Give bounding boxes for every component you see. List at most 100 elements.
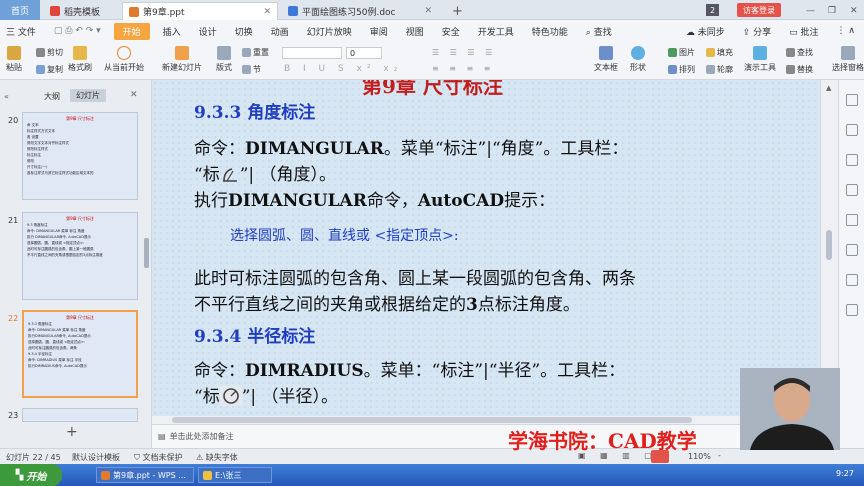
side-tool-icon[interactable] (846, 214, 858, 226)
new-tab-button[interactable]: + (446, 2, 469, 20)
horizontal-scrollbar[interactable] (152, 416, 820, 424)
menu-design[interactable]: 设计 (190, 25, 226, 38)
tab-outline[interactable]: 大纲 (44, 91, 60, 102)
tab-slides[interactable]: 幻灯片 (70, 89, 106, 102)
minimize-icon[interactable]: — (800, 2, 821, 20)
tab-home[interactable]: 首页 (0, 0, 40, 20)
side-tool-icon[interactable] (846, 244, 858, 256)
right-side-toolbar (838, 80, 864, 448)
menu-features[interactable]: 特色功能 (523, 25, 577, 38)
scroll-up-icon[interactable]: ▲ (826, 84, 831, 92)
menu-review[interactable]: 审阅 (361, 25, 397, 38)
tab-template[interactable]: 稻壳模板 (44, 2, 116, 20)
folder-icon (203, 470, 212, 480)
side-tool-icon[interactable] (846, 154, 858, 166)
side-tool-icon[interactable] (846, 124, 858, 136)
slide-thumbnail-23[interactable] (22, 408, 138, 422)
new-slide-button[interactable]: 新建幻灯片 (162, 46, 202, 73)
presenter-icon (753, 46, 767, 60)
format-painter-button[interactable]: 格式刷 (68, 46, 92, 73)
presenter-tools-button[interactable]: 演示工具 (744, 46, 776, 73)
scrollbar-thumb[interactable] (172, 417, 692, 423)
visitor-login-button[interactable]: 访客登录 (737, 3, 781, 17)
start-button[interactable]: ▚ 开始 (0, 464, 62, 486)
menu-developer[interactable]: 开发工具 (469, 25, 523, 38)
template-name[interactable]: 默认设计模板 (72, 452, 120, 463)
warning-icon: ⚠ (196, 453, 204, 462)
replace-button[interactable]: 替换 (786, 64, 813, 75)
doc-icon (288, 6, 298, 16)
maximize-icon[interactable]: ❐ (822, 2, 842, 20)
quick-access-icons[interactable]: ▢ ⎙ ↶ ↷ ▾ (45, 26, 110, 36)
close-icon[interactable]: ✕ (424, 6, 432, 16)
notes-pane[interactable]: ▤ 单击此处添加备注 (152, 424, 820, 448)
close-window-icon[interactable]: ✕ (844, 2, 864, 20)
tab-label: 平面绘图练习50例.doc (302, 7, 396, 18)
share-button[interactable]: ⇪ 分享 (734, 25, 780, 38)
search-icon: ⌕ (585, 27, 591, 38)
outline-icon (706, 65, 715, 74)
zoom-out-button[interactable]: - (718, 451, 721, 460)
taskbar-item-wps[interactable]: 第9章.ppt - WPS ... (96, 467, 194, 483)
reset-button[interactable]: 重置 (242, 47, 269, 58)
select-pane-button[interactable]: 选择窗格 (832, 46, 864, 73)
body-line: 执行DIMANGULAR命令，AutoCAD提示： (194, 191, 556, 211)
font-name-select[interactable] (282, 47, 342, 59)
play-from-current-button[interactable]: 从当前开始 (104, 46, 144, 73)
sync-button[interactable]: ☁ 未同步 (677, 25, 734, 38)
align-buttons[interactable]: ≡ ≡ ≡ ≡ (432, 64, 494, 73)
picture-button[interactable]: 图片 (668, 47, 695, 58)
side-tool-icon[interactable] (846, 184, 858, 196)
menu-slideshow[interactable]: 幻灯片放映 (298, 25, 361, 38)
font-size-select[interactable]: 0 (346, 47, 382, 59)
collapse-pane-icon[interactable]: « (4, 92, 9, 101)
menu-transition[interactable]: 切换 (226, 25, 262, 38)
slide-thumbnail-21[interactable]: 第9章 尺寸标注 9.3 角度标注 命令: DIMANGULAR 菜单 标注 角… (22, 212, 138, 300)
reset-icon (242, 48, 251, 57)
slide-counter: 幻灯片 22 / 45 (6, 453, 61, 462)
body-line: 命令：DIMRADIUS。菜单：“标注”|“半径”。工具栏： (194, 361, 626, 381)
outline-button[interactable]: 轮廓 (706, 64, 733, 75)
slide-thumbnail-20[interactable]: 第9章 尺寸标注 命 文本 标注样式方式文本 各 设置 修改文字文本对齐标注样式… (22, 112, 138, 200)
tab-doc[interactable]: 平面绘图练习50例.doc ✕ (282, 2, 438, 20)
add-slide-button[interactable]: + (66, 424, 78, 440)
search-button[interactable]: ⌕ 查找 (577, 25, 621, 38)
layout-button[interactable]: 版式 (216, 46, 232, 73)
copy-icon (36, 65, 45, 74)
more-icon[interactable]: ⋮ ∧ (828, 26, 864, 36)
menu-insert[interactable]: 插入 (154, 25, 190, 38)
side-tool-icon[interactable] (846, 94, 858, 106)
close-icon[interactable]: ✕ (263, 7, 271, 17)
font-style-buttons[interactable]: B I U S x² x₂ (284, 64, 402, 74)
side-tool-icon[interactable] (846, 304, 858, 316)
menu-view[interactable]: 视图 (397, 25, 433, 38)
find-button[interactable]: 查找 (786, 47, 813, 58)
text-box-button[interactable]: 文本框 (594, 46, 618, 73)
file-menu[interactable]: 三 文件 (0, 25, 45, 38)
protect-status[interactable]: ⛉ 文档未保护 (134, 452, 183, 463)
cut-button[interactable]: 剪切 (36, 47, 63, 58)
taskbar-item-folder[interactable]: E:\张三 (198, 467, 272, 483)
window-count-badge: 2 (706, 4, 720, 16)
menu-start[interactable]: 开始 (113, 22, 150, 40)
menu-animation[interactable]: 动画 (262, 25, 298, 38)
side-tool-icon[interactable] (846, 274, 858, 286)
ribbon-toolbar: 粘贴 剪切 复制 格式刷 从当前开始 新建幻灯片 版式 重置 节 0 B I U… (0, 42, 864, 80)
thumbnail-scrollbar[interactable] (144, 238, 149, 268)
comment-button[interactable]: ▭ 批注 (780, 25, 827, 38)
close-pane-icon[interactable]: ✕ (130, 90, 138, 100)
copy-button[interactable]: 复制 (36, 64, 63, 75)
ppt-icon (101, 470, 110, 480)
paste-button[interactable]: 粘贴 (6, 46, 22, 73)
scrollbar-thumb[interactable] (826, 230, 832, 260)
shape-button[interactable]: 形状 (630, 46, 646, 73)
slide-thumbnail-22[interactable]: 第9章 尺寸标注 9.3.3 角度标注 命令: DIMANGULAR 菜单 标注… (22, 310, 138, 398)
section-button[interactable]: 节 (242, 64, 261, 75)
tab-ppt[interactable]: 第9章.ppt ✕ (122, 2, 278, 20)
paragraph-buttons[interactable]: ☰ ☰ ☰ ☰ (432, 48, 496, 57)
slide-canvas[interactable]: 第9章 尺寸标注 9.3.3 角度标注 命令：DIMANGULAR。菜单“标注”… (152, 80, 820, 424)
menu-security[interactable]: 安全 (433, 25, 469, 38)
arrange-button[interactable]: 排列 (668, 64, 695, 75)
missing-font-status[interactable]: ⚠ 缺失字体 (196, 452, 238, 463)
fill-button[interactable]: 填充 (706, 47, 733, 58)
